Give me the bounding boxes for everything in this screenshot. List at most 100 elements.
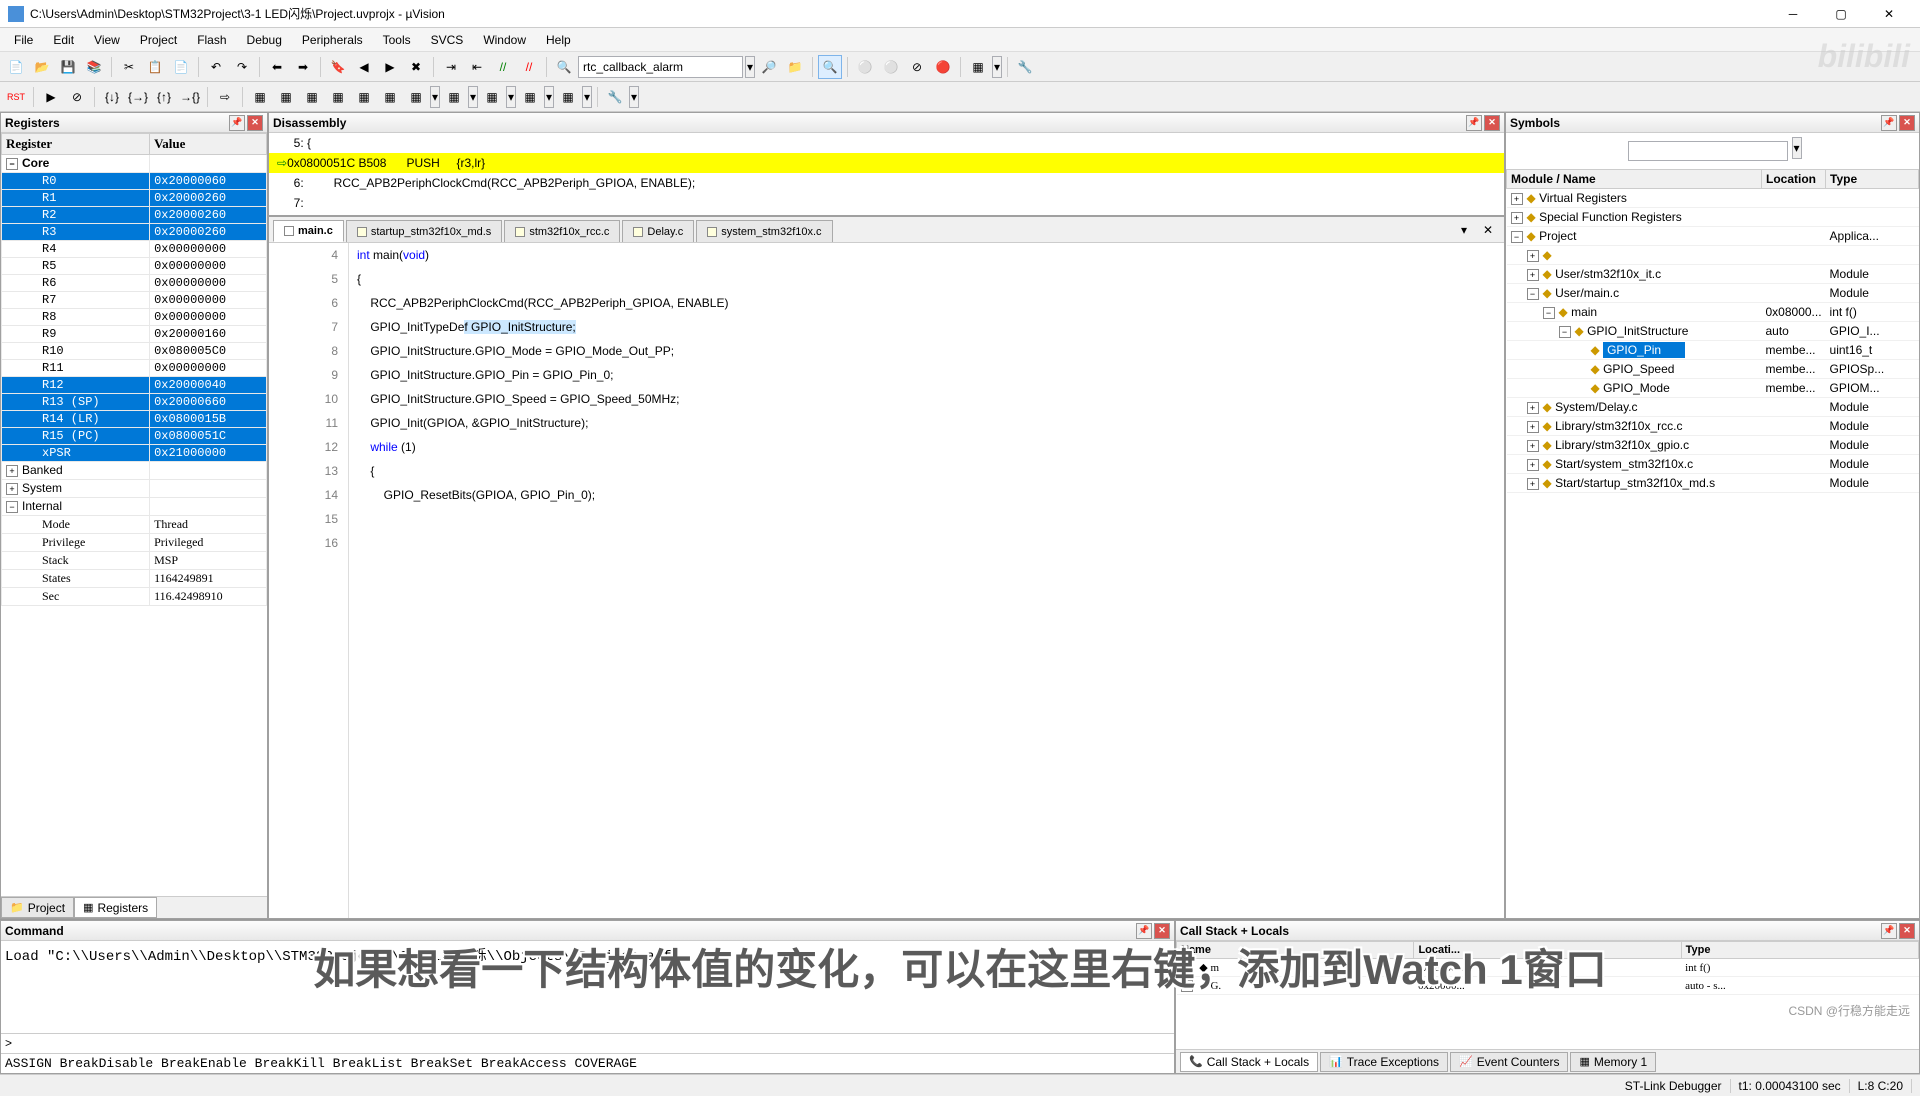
step-over-button[interactable]: {→}: [126, 85, 150, 109]
internal-row[interactable]: ModeThread: [2, 516, 267, 534]
internal-toggle[interactable]: −: [6, 501, 18, 513]
symbol-row[interactable]: ◆ GPIO_Speedmembe...GPIOSp...: [1507, 360, 1919, 379]
pin-icon[interactable]: 📌: [229, 115, 245, 131]
cut-button[interactable]: ✂: [117, 55, 141, 79]
symbol-row[interactable]: ◆ GPIO_Modemembe...GPIOM...: [1507, 379, 1919, 398]
memory-window-button[interactable]: ▦: [404, 85, 428, 109]
col-type[interactable]: Type: [1826, 170, 1919, 189]
find-combo[interactable]: [578, 56, 743, 78]
register-row[interactable]: R60x00000000: [2, 275, 267, 292]
breakpoint-disable-button[interactable]: ⊘: [905, 55, 929, 79]
editor-tab[interactable]: startup_stm32f10x_md.s: [346, 220, 502, 242]
editor-tab[interactable]: Delay.c: [622, 220, 694, 242]
serial-dropdown[interactable]: ▾: [468, 86, 478, 108]
debug-button[interactable]: 🔍: [818, 55, 842, 79]
breakpoint-enable-button[interactable]: ⚪: [879, 55, 903, 79]
find-button[interactable]: 🔍: [552, 55, 576, 79]
stop-button[interactable]: ⊘: [65, 85, 89, 109]
menu-svcs[interactable]: SVCS: [421, 31, 474, 49]
tree-toggle[interactable]: +: [1527, 269, 1539, 281]
bookmark-button[interactable]: 🔖: [326, 55, 350, 79]
register-row[interactable]: R110x00000000: [2, 360, 267, 377]
analysis-window-button[interactable]: ▦: [480, 85, 504, 109]
pin-icon[interactable]: 📌: [1881, 923, 1897, 939]
pin-icon[interactable]: 📌: [1466, 115, 1482, 131]
menu-debug[interactable]: Debug: [237, 31, 292, 49]
uncomment-button[interactable]: //: [517, 55, 541, 79]
editor-tab[interactable]: main.c: [273, 220, 344, 242]
run-to-cursor-button[interactable]: →{}: [178, 85, 202, 109]
tree-toggle[interactable]: +: [1527, 250, 1539, 262]
command-input[interactable]: >: [1, 1033, 1174, 1053]
symbol-row[interactable]: −◆ User/main.cModule: [1507, 284, 1919, 303]
internal-row[interactable]: Sec116.42498910: [2, 588, 267, 606]
tree-toggle[interactable]: +: [1527, 440, 1539, 452]
paste-button[interactable]: 📄: [169, 55, 193, 79]
serial-window-button[interactable]: ▦: [442, 85, 466, 109]
bookmark-prev-button[interactable]: ◀: [352, 55, 376, 79]
col-register[interactable]: Register: [2, 134, 150, 155]
tree-toggle[interactable]: +: [1511, 193, 1523, 205]
nav-back-button[interactable]: ⬅: [265, 55, 289, 79]
menu-peripherals[interactable]: Peripherals: [292, 31, 373, 49]
menu-edit[interactable]: Edit: [43, 31, 84, 49]
menu-tools[interactable]: Tools: [373, 31, 421, 49]
tab-project[interactable]: 📁 Project: [1, 897, 74, 918]
register-row[interactable]: R00x20000060: [2, 173, 267, 190]
menu-project[interactable]: Project: [130, 31, 187, 49]
close-panel-button[interactable]: ✕: [247, 115, 263, 131]
editor-tab[interactable]: stm32f10x_rcc.c: [504, 220, 620, 242]
symbols-search-input[interactable]: [1628, 141, 1788, 161]
tab-events[interactable]: 📈 Event Counters: [1450, 1052, 1568, 1072]
menu-help[interactable]: Help: [536, 31, 581, 49]
nav-forward-button[interactable]: ➡: [291, 55, 315, 79]
tree-toggle[interactable]: −: [1559, 326, 1571, 338]
outdent-button[interactable]: ⇤: [465, 55, 489, 79]
memory-dropdown[interactable]: ▾: [430, 86, 440, 108]
tab-registers[interactable]: ▦ Registers: [74, 897, 157, 918]
tree-toggle[interactable]: +: [1527, 421, 1539, 433]
minimize-button[interactable]: ─: [1770, 0, 1816, 28]
register-row[interactable]: R20x20000260: [2, 207, 267, 224]
menu-file[interactable]: File: [4, 31, 43, 49]
register-row[interactable]: R10x20000260: [2, 190, 267, 207]
new-button[interactable]: 📄: [4, 55, 28, 79]
tab-list-button[interactable]: ▾: [1452, 218, 1476, 242]
maximize-button[interactable]: ▢: [1818, 0, 1864, 28]
trace-dropdown[interactable]: ▾: [544, 86, 554, 108]
watch-window-button[interactable]: ▦: [378, 85, 402, 109]
system-viewer-dropdown[interactable]: ▾: [582, 86, 592, 108]
symbol-row[interactable]: ◆ GPIO_Pinmembe...uint16_t: [1507, 341, 1919, 360]
comment-button[interactable]: //: [491, 55, 515, 79]
tree-toggle[interactable]: −: [1511, 231, 1523, 243]
symbols-search-dropdown[interactable]: ▾: [1792, 137, 1802, 159]
editor-content[interactable]: 45678910111213141516 int main(void){ RCC…: [269, 243, 1504, 918]
indent-button[interactable]: ⇥: [439, 55, 463, 79]
close-panel-button[interactable]: ✕: [1899, 923, 1915, 939]
command-window-button[interactable]: ▦: [248, 85, 272, 109]
register-row[interactable]: R120x20000040: [2, 377, 267, 394]
symbol-row[interactable]: +◆ Library/stm32f10x_gpio.cModule: [1507, 436, 1919, 455]
close-panel-button[interactable]: ✕: [1484, 115, 1500, 131]
register-row[interactable]: R90x20000160: [2, 326, 267, 343]
tab-callstack[interactable]: 📞 Call Stack + Locals: [1180, 1052, 1318, 1072]
tab-trace[interactable]: 📊 Trace Exceptions: [1320, 1052, 1448, 1072]
save-button[interactable]: 💾: [56, 55, 80, 79]
register-row[interactable]: R80x00000000: [2, 309, 267, 326]
run-button[interactable]: ▶: [39, 85, 63, 109]
breakpoint-insert-button[interactable]: ⚪: [853, 55, 877, 79]
bookmark-clear-button[interactable]: ✖: [404, 55, 428, 79]
col-type[interactable]: Type: [1681, 942, 1918, 959]
col-module[interactable]: Module / Name: [1507, 170, 1762, 189]
menu-window[interactable]: Window: [473, 31, 536, 49]
show-next-button[interactable]: ⇨: [213, 85, 237, 109]
symbol-row[interactable]: +◆ Virtual Registers: [1507, 189, 1919, 208]
undo-button[interactable]: ↶: [204, 55, 228, 79]
editor-tab[interactable]: system_stm32f10x.c: [696, 220, 832, 242]
menu-view[interactable]: View: [84, 31, 130, 49]
close-button[interactable]: ✕: [1866, 0, 1912, 28]
register-row[interactable]: R15 (PC)0x0800051C: [2, 428, 267, 445]
register-row[interactable]: R14 (LR)0x0800015B: [2, 411, 267, 428]
menu-flash[interactable]: Flash: [187, 31, 236, 49]
col-value[interactable]: Value: [150, 134, 267, 155]
